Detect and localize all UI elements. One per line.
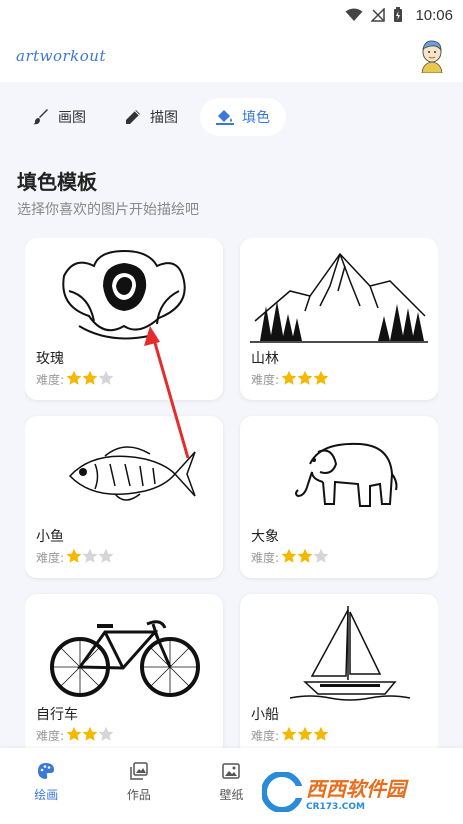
section-title: 填色模板 xyxy=(17,170,97,194)
difficulty-rating: 难度: xyxy=(251,726,329,745)
nav-draw[interactable]: 绘画 xyxy=(11,762,81,824)
tab-fill-label: 填色 xyxy=(242,110,270,126)
star-empty-icon xyxy=(98,370,114,385)
star-rating xyxy=(281,548,329,567)
wifi-icon xyxy=(345,8,363,21)
difficulty-rating: 难度: xyxy=(251,370,329,389)
star-rating xyxy=(281,726,329,745)
star-filled-icon xyxy=(281,370,297,385)
tab-trace-label: 描图 xyxy=(150,110,178,126)
star-empty-icon xyxy=(313,548,329,563)
star-filled-icon xyxy=(313,370,329,385)
difficulty-label: 难度: xyxy=(36,729,65,743)
gallery-icon xyxy=(130,762,148,780)
difficulty-rating: 难度: xyxy=(36,548,114,567)
watermark-c-icon xyxy=(262,772,302,812)
mountain-forest-drawing xyxy=(250,246,428,346)
star-filled-icon xyxy=(281,726,297,741)
star-rating xyxy=(66,370,114,389)
star-filled-icon xyxy=(297,726,313,741)
difficulty-label: 难度: xyxy=(251,551,280,565)
rose-drawing xyxy=(35,246,213,346)
star-empty-icon xyxy=(98,726,114,741)
star-rating xyxy=(281,370,329,389)
app-logo: artworkout xyxy=(16,47,106,65)
star-filled-icon xyxy=(313,726,329,741)
pencil-icon xyxy=(124,108,142,126)
star-empty-icon xyxy=(98,548,114,563)
template-name: 自行车 xyxy=(36,707,78,723)
star-filled-icon xyxy=(66,548,82,563)
nav-draw-label: 绘画 xyxy=(34,788,59,802)
star-filled-icon xyxy=(297,548,313,563)
star-empty-icon xyxy=(82,548,98,563)
star-filled-icon xyxy=(66,370,82,385)
elephant-drawing xyxy=(250,424,428,524)
template-card-mountain[interactable]: 山林 难度: xyxy=(240,238,438,400)
watermark-logo: 西西软件园 CR173.COM xyxy=(262,770,442,814)
difficulty-rating: 难度: xyxy=(36,726,114,745)
template-name: 山林 xyxy=(251,351,279,367)
star-filled-icon xyxy=(281,548,297,563)
star-filled-icon xyxy=(66,726,82,741)
tab-fill[interactable]: 填色 xyxy=(200,98,286,136)
app-bar: artworkout xyxy=(0,30,463,82)
difficulty-label: 难度: xyxy=(36,551,65,565)
star-filled-icon xyxy=(82,726,98,741)
nav-works[interactable]: 作品 xyxy=(104,762,174,824)
template-name: 大象 xyxy=(251,529,279,545)
no-signal-icon xyxy=(371,8,386,22)
avatar[interactable] xyxy=(417,39,447,74)
star-filled-icon xyxy=(82,370,98,385)
watermark-text: 西西软件园 xyxy=(306,776,406,801)
status-bar: 10:06 xyxy=(0,0,463,30)
template-name: 玫瑰 xyxy=(36,351,64,367)
template-card-bicycle[interactable]: 自行车 难度: xyxy=(25,594,223,748)
template-name: 小船 xyxy=(251,707,279,723)
palette-icon xyxy=(38,763,55,779)
brush-icon xyxy=(32,108,50,126)
star-rating xyxy=(66,726,114,745)
watermark-sub: CR173.COM xyxy=(306,801,365,812)
tab-trace[interactable]: 描图 xyxy=(108,98,194,136)
difficulty-label: 难度: xyxy=(251,729,280,743)
fish-drawing xyxy=(35,424,213,524)
difficulty-rating: 难度: xyxy=(251,548,329,567)
tab-draw-label: 画图 xyxy=(58,110,86,126)
nav-works-label: 作品 xyxy=(126,788,151,802)
star-rating xyxy=(66,548,114,567)
template-name: 小鱼 xyxy=(36,529,64,545)
star-filled-icon xyxy=(297,370,313,385)
nav-wallpaper-label: 壁纸 xyxy=(219,788,244,802)
template-card-rose[interactable]: 玫瑰 难度: xyxy=(25,238,223,400)
sailboat-drawing xyxy=(250,602,428,702)
difficulty-label: 难度: xyxy=(36,373,65,387)
template-card-elephant[interactable]: 大象 难度: xyxy=(240,416,438,578)
mode-tabs: 画图 描图 填色 xyxy=(16,98,286,136)
difficulty-rating: 难度: xyxy=(36,370,114,389)
section-subtitle: 选择你喜欢的图片开始描绘吧 xyxy=(17,202,199,218)
bicycle-drawing xyxy=(35,602,213,702)
nav-wallpaper[interactable]: 壁纸 xyxy=(196,762,266,824)
template-card-fish[interactable]: 小鱼 难度: xyxy=(25,416,223,578)
template-card-sailboat[interactable]: 小船 难度: xyxy=(240,594,438,748)
difficulty-label: 难度: xyxy=(251,373,280,387)
paint-bucket-icon xyxy=(216,108,234,126)
status-time: 10:06 xyxy=(415,6,453,24)
battery-icon xyxy=(394,7,403,22)
tab-draw[interactable]: 画图 xyxy=(16,98,102,136)
image-icon xyxy=(222,763,241,779)
template-grid: 玫瑰 难度: 山林 难度: 小鱼 难度: 大象 难度: 自行车 难度: 小船 难… xyxy=(25,238,438,748)
